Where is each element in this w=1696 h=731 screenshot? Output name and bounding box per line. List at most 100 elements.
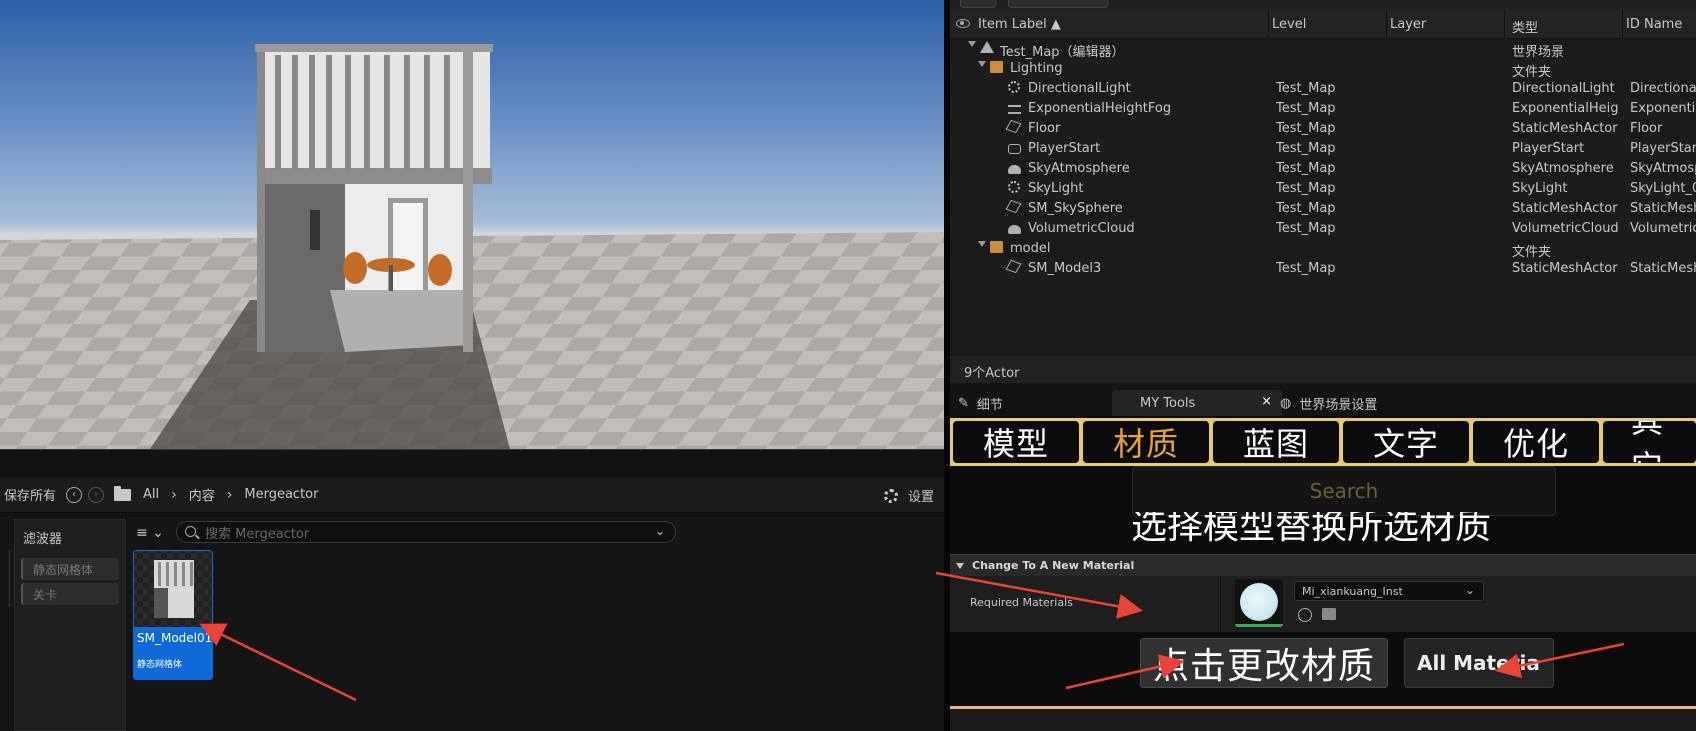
tab-world-settings-label: 世界场景设置 bbox=[1299, 397, 1378, 413]
outliner-row[interactable]: VolumetricCloud Test_Map VolumetricCloud Vo… bbox=[950, 219, 1696, 239]
outliner-toolbar-button[interactable] bbox=[1008, 0, 1108, 8]
filters-title: 滤波器 bbox=[23, 532, 63, 547]
cube-icon bbox=[1005, 199, 1022, 214]
viewport-bottom-strip bbox=[0, 449, 944, 477]
outliner-row[interactable]: SkyLight Test_Map SkyLight SkyLight_0 bbox=[950, 179, 1696, 199]
asset-search-input[interactable]: 搜索 Mergeactor ⌄ bbox=[176, 521, 676, 543]
forward-icon[interactable]: › bbox=[88, 486, 105, 503]
material-dropdown[interactable]: Mi_xiankuang_Inst ⌄ bbox=[1294, 581, 1484, 601]
outliner-row[interactable]: SM_Model3 Test_Map StaticMeshActor StaticMe… bbox=[950, 259, 1696, 279]
asset-label: SM_Model01 静态网格体 bbox=[134, 627, 212, 679]
row-level: Test_Map bbox=[1276, 221, 1336, 236]
chevron-right-icon: › bbox=[226, 486, 233, 503]
row-type: SkyAtmosphere bbox=[1512, 161, 1614, 176]
viewport-scene bbox=[0, 44, 944, 449]
row-id: PlayerStart_ bbox=[1630, 141, 1696, 156]
outliner-row[interactable]: SkyAtmosphere Test_Map SkyAtmosphere SkyAtm… bbox=[950, 159, 1696, 179]
category-other[interactable]: 其它 bbox=[1603, 421, 1696, 463]
outliner-rows: Test_Map（编辑器） 世界场景 Lighting 文件夹 DirectionalL… bbox=[950, 39, 1696, 279]
skylight-icon bbox=[1008, 181, 1020, 193]
tab-details[interactable]: ✎ 细节 bbox=[958, 390, 1003, 416]
expand-triangle-icon[interactable] bbox=[978, 61, 986, 67]
row-id: SkyLight_0 bbox=[1630, 181, 1696, 196]
category-bar: 模型 材质 蓝图 文字 优化 其它 bbox=[950, 418, 1696, 466]
outliner-row[interactable]: PlayerStart Test_Map PlayerStart PlayerStar… bbox=[950, 139, 1696, 159]
asset-tile[interactable]: SM_Model01 静态网格体 bbox=[133, 550, 213, 680]
cube-icon bbox=[1005, 119, 1022, 134]
outliner-header: Item Label ▲ Level Layer 类型 ID Name bbox=[950, 10, 1696, 39]
row-label: PlayerStart bbox=[1028, 141, 1101, 156]
filters-panel: 滤波器 静态网格体 关卡 bbox=[14, 519, 126, 731]
back-icon[interactable]: ‹ bbox=[66, 486, 83, 503]
column-id-name[interactable]: ID Name bbox=[1626, 17, 1682, 32]
category-material[interactable]: 材质 bbox=[1083, 421, 1209, 463]
chevron-down-icon[interactable]: ⌄ bbox=[655, 524, 665, 538]
breadcrumb-all[interactable]: All bbox=[143, 487, 159, 502]
column-type[interactable]: 类型 bbox=[1512, 17, 1538, 36]
outliner-row[interactable]: Floor Test_Map StaticMeshActor Floor bbox=[950, 119, 1696, 139]
level-viewport[interactable] bbox=[0, 0, 944, 449]
category-blueprint[interactable]: 蓝图 bbox=[1213, 421, 1339, 463]
column-layer[interactable]: Layer bbox=[1390, 17, 1426, 32]
row-label: SkyAtmosphere bbox=[1028, 161, 1130, 176]
tab-world-settings[interactable]: ◍ 世界场景设置 bbox=[1280, 390, 1377, 416]
outliner-row[interactable]: Lighting 文件夹 bbox=[950, 59, 1696, 80]
row-id: Exponentiall bbox=[1630, 101, 1696, 116]
category-optimize[interactable]: 优化 bbox=[1473, 421, 1599, 463]
breadcrumb-content[interactable]: 内容 bbox=[189, 485, 215, 504]
row-label: SkyLight bbox=[1028, 181, 1084, 196]
save-all-button[interactable]: 保存所有 bbox=[4, 485, 56, 504]
folder-icon[interactable] bbox=[114, 485, 132, 501]
world-outliner: Item Label ▲ Level Layer 类型 ID Name Test… bbox=[950, 0, 1696, 380]
tab-my-tools[interactable]: MY Tools × bbox=[1112, 390, 1282, 416]
outliner-topbar bbox=[950, 0, 1696, 10]
row-id: SkyAtmospl bbox=[1630, 161, 1696, 176]
visibility-eye-icon[interactable] bbox=[956, 19, 970, 28]
content-browser-toolbar: 保存所有 ‹ › All › 内容 › Mergeactor 设置 bbox=[0, 477, 944, 513]
row-level: Test_Map bbox=[1276, 141, 1336, 156]
cube-icon bbox=[1005, 259, 1022, 274]
chevron-right-icon: › bbox=[171, 486, 177, 503]
all-materials-button[interactable]: All Materia bbox=[1404, 638, 1554, 688]
material-thumbnail[interactable] bbox=[1235, 579, 1283, 627]
outliner-toolbar-button[interactable] bbox=[960, 0, 996, 8]
outliner-row[interactable]: model 文件夹 bbox=[950, 239, 1696, 260]
use-selected-icon[interactable] bbox=[1298, 608, 1312, 622]
column-level[interactable]: Level bbox=[1272, 17, 1306, 32]
row-label: Floor bbox=[1028, 121, 1061, 136]
material-sphere-icon bbox=[1240, 582, 1278, 621]
globe-icon: ◍ bbox=[1280, 395, 1292, 411]
category-model[interactable]: 模型 bbox=[953, 421, 1079, 463]
breadcrumb-mergeactor[interactable]: Mergeactor bbox=[244, 487, 318, 502]
settings-button[interactable]: 设置 bbox=[883, 486, 934, 505]
row-id: StaticMeshA bbox=[1630, 201, 1696, 216]
outliner-row[interactable]: SM_SkySphere Test_Map StaticMeshActor Stati… bbox=[950, 199, 1696, 219]
folder-icon bbox=[990, 241, 1003, 253]
column-item-label[interactable]: Item Label ▲ bbox=[978, 17, 1061, 32]
row-level: Test_Map bbox=[1276, 101, 1336, 116]
filter-static-mesh[interactable]: 静态网格体 bbox=[21, 558, 119, 580]
column-separator bbox=[1268, 10, 1269, 39]
outliner-row[interactable]: Test_Map（编辑器） 世界场景 bbox=[950, 39, 1696, 60]
row-type: PlayerStart bbox=[1512, 141, 1585, 156]
filter-level[interactable]: 关卡 bbox=[21, 583, 119, 605]
row-label: Test_Map（编辑器） bbox=[1000, 45, 1125, 60]
sky-icon bbox=[1008, 165, 1021, 174]
outliner-row[interactable]: ExponentialHeightFog Test_Map ExponentialH… bbox=[950, 99, 1696, 119]
asset-thumbnail bbox=[134, 551, 212, 627]
tools-heading: 选择模型替换所选材质 bbox=[1130, 512, 1491, 542]
apply-material-button[interactable]: 点击更改材质 bbox=[1140, 638, 1388, 688]
close-icon[interactable]: × bbox=[1261, 394, 1272, 409]
outliner-row[interactable]: DirectionalLight Test_Map DirectionalLight… bbox=[950, 79, 1696, 99]
expand-triangle-icon[interactable] bbox=[978, 241, 986, 247]
section-header[interactable]: Change To A New Material bbox=[950, 554, 1696, 576]
row-type: SkyLight bbox=[1512, 181, 1568, 196]
browse-folder-icon[interactable] bbox=[1322, 608, 1336, 620]
sources-panel-edge bbox=[0, 551, 10, 607]
row-type: ExponentialHeightF bbox=[1512, 101, 1618, 116]
category-text[interactable]: 文字 bbox=[1343, 421, 1469, 463]
tools-search-input[interactable]: Search bbox=[1132, 466, 1556, 516]
filter-dropdown-icon[interactable]: ≡ ⌄ bbox=[136, 525, 164, 541]
expand-triangle-icon[interactable] bbox=[968, 41, 976, 47]
details-tabbar: ✎ 细节 MY Tools × ◍ 世界场景设置 bbox=[950, 390, 1696, 416]
